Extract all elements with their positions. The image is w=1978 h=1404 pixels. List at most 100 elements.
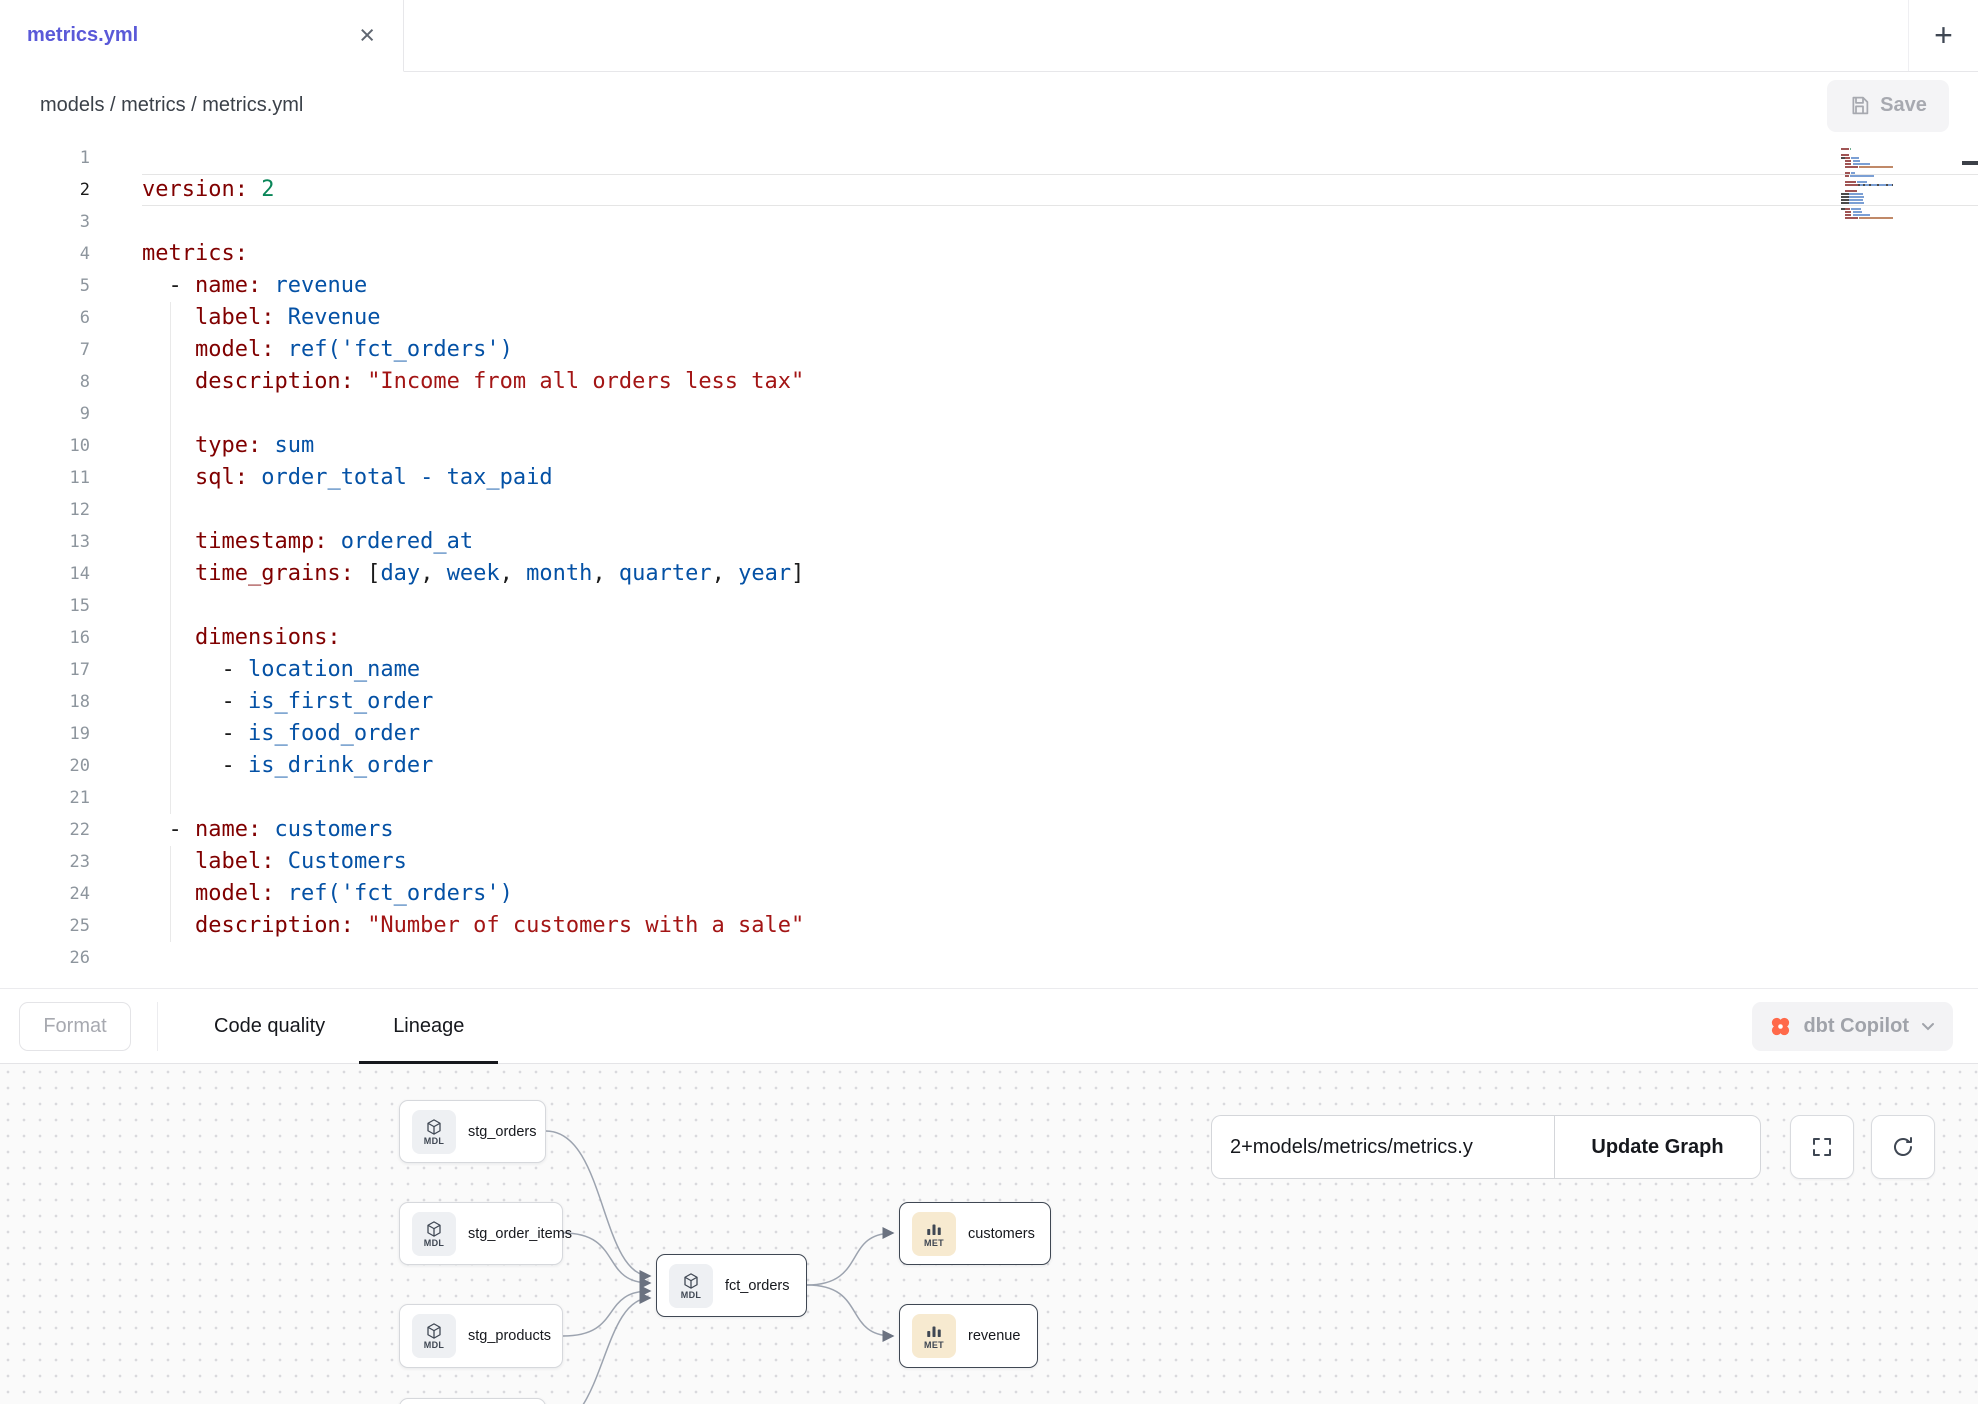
- code-line-16[interactable]: 16 dimensions:: [0, 622, 1978, 654]
- code-line-6[interactable]: 6 label: Revenue: [0, 302, 1978, 334]
- code-line-10[interactable]: 10 type: sum: [0, 430, 1978, 462]
- code-line-21[interactable]: 21: [0, 782, 1978, 814]
- node-fct_orders[interactable]: MDLfct_orders: [656, 1254, 807, 1317]
- node-label: stg_orders: [468, 1124, 537, 1140]
- code-text: [142, 590, 1978, 622]
- line-number: 22: [0, 814, 142, 846]
- editor-tab-bar: metrics.yml × +: [0, 0, 1978, 72]
- tab-code-quality[interactable]: Code quality: [180, 989, 359, 1063]
- line-number: 6: [0, 302, 142, 334]
- code-line-18[interactable]: 18 - is_first_order: [0, 686, 1978, 718]
- tab-metrics-yml[interactable]: metrics.yml ×: [0, 0, 404, 72]
- save-button[interactable]: Save: [1827, 80, 1949, 132]
- code-text: model: ref('fct_orders'): [142, 334, 1978, 366]
- code-text: - name: revenue: [142, 270, 1978, 302]
- code-text: [142, 206, 1978, 238]
- node-revenue[interactable]: METrevenue: [899, 1304, 1038, 1368]
- node-label: customers: [968, 1226, 1035, 1242]
- line-number: 14: [0, 558, 142, 590]
- line-number: 11: [0, 462, 142, 494]
- code-line-23[interactable]: 23 label: Customers: [0, 846, 1978, 878]
- line-number: 15: [0, 590, 142, 622]
- code-line-26[interactable]: 26: [0, 942, 1978, 974]
- save-label: Save: [1880, 94, 1927, 117]
- metric-icon: MET: [912, 1212, 956, 1256]
- code-text: timestamp: ordered_at: [142, 526, 1978, 558]
- code-line-5[interactable]: 5 - name: revenue: [0, 270, 1978, 302]
- code-line-3[interactable]: 3: [0, 206, 1978, 238]
- code-text: - is_drink_order: [142, 750, 1978, 782]
- line-number: 25: [0, 910, 142, 942]
- model-icon: MDL: [412, 1314, 456, 1358]
- code-line-11[interactable]: 11 sql: order_total - tax_paid: [0, 462, 1978, 494]
- code-line-14[interactable]: 14 time_grains: [day, week, month, quart…: [0, 558, 1978, 590]
- tab-lineage[interactable]: Lineage: [359, 989, 498, 1063]
- code-text: [142, 398, 1978, 430]
- line-number: 24: [0, 878, 142, 910]
- code-text: sql: order_total - tax_paid: [142, 462, 1978, 494]
- node-stg_orders[interactable]: MDLstg_orders: [399, 1100, 546, 1163]
- panel-tabs: Code quality Lineage: [180, 989, 498, 1063]
- toolbar-divider: [157, 1002, 158, 1051]
- line-number: 1: [0, 142, 142, 174]
- code-text: label: Revenue: [142, 302, 1978, 334]
- code-text: label: Customers: [142, 846, 1978, 878]
- code-line-2[interactable]: 2version: 2: [0, 174, 1978, 206]
- file-path-bar: models / metrics / metrics.yml Save: [0, 72, 1978, 139]
- code-text: model: ref('fct_orders'): [142, 878, 1978, 910]
- refresh-icon: [1891, 1135, 1915, 1159]
- dbt-copilot-button[interactable]: dbt Copilot: [1752, 1002, 1953, 1051]
- node-stg_products[interactable]: MDL stg_products: [399, 1304, 563, 1368]
- new-tab-button[interactable]: +: [1908, 0, 1978, 71]
- code-line-9[interactable]: 9: [0, 398, 1978, 430]
- line-number: 23: [0, 846, 142, 878]
- code-line-22[interactable]: 22 - name: customers: [0, 814, 1978, 846]
- code-line-8[interactable]: 8 description: "Income from all orders l…: [0, 366, 1978, 398]
- code-line-20[interactable]: 20 - is_drink_order: [0, 750, 1978, 782]
- line-number: 2: [0, 174, 142, 206]
- code-text: [142, 942, 1978, 974]
- chevron-down-icon: [1920, 1018, 1936, 1034]
- refresh-button[interactable]: [1871, 1115, 1935, 1179]
- line-number: 5: [0, 270, 142, 302]
- code-line-12[interactable]: 12: [0, 494, 1978, 526]
- code-line-17[interactable]: 17 - location_name: [0, 654, 1978, 686]
- line-number: 10: [0, 430, 142, 462]
- line-number: 13: [0, 526, 142, 558]
- update-graph-button[interactable]: Update Graph: [1554, 1115, 1761, 1179]
- format-button[interactable]: Format: [19, 1002, 131, 1051]
- line-number: 4: [0, 238, 142, 270]
- breadcrumb: models / metrics / metrics.yml: [40, 94, 303, 117]
- code-lines: 12version: 234metrics:5 - name: revenue6…: [0, 142, 1978, 974]
- code-line-7[interactable]: 7 model: ref('fct_orders'): [0, 334, 1978, 366]
- lineage-controls: Update Graph: [1211, 1115, 1935, 1179]
- code-line-13[interactable]: 13 timestamp: ordered_at: [0, 526, 1978, 558]
- node-customers[interactable]: MET customers: [899, 1202, 1051, 1265]
- code-line-24[interactable]: 24 model: ref('fct_orders'): [0, 878, 1978, 910]
- scrollbar-thumb[interactable]: [1962, 161, 1978, 165]
- copilot-label: dbt Copilot: [1803, 1015, 1909, 1038]
- lineage-selector-input[interactable]: [1211, 1115, 1554, 1179]
- code-text: [142, 142, 1978, 174]
- dbt-logo-icon: [1769, 1015, 1792, 1038]
- close-icon[interactable]: ×: [355, 22, 379, 49]
- node-stg_order_items[interactable]: MDLstg_order_items: [399, 1202, 563, 1265]
- lineage-panel[interactable]: MDLstg_ordersMDLstg_order_itemsMDLstg_pr…: [0, 1064, 1978, 1404]
- line-number: 18: [0, 686, 142, 718]
- minimap[interactable]: [1841, 145, 1895, 223]
- code-editor[interactable]: 12version: 234metrics:5 - name: revenue6…: [0, 139, 1978, 988]
- node-partial-node[interactable]: MDL: [399, 1398, 546, 1404]
- fullscreen-button[interactable]: [1790, 1115, 1854, 1179]
- editor-bottom-toolbar: Format Code quality Lineage dbt Copilot: [0, 988, 1978, 1064]
- code-line-15[interactable]: 15: [0, 590, 1978, 622]
- code-text: metrics:: [142, 238, 1978, 270]
- code-line-1[interactable]: 1: [0, 142, 1978, 174]
- fullscreen-icon: [1810, 1135, 1834, 1159]
- code-text: - name: customers: [142, 814, 1978, 846]
- code-line-19[interactable]: 19 - is_food_order: [0, 718, 1978, 750]
- code-text: time_grains: [day, week, month, quarter,…: [142, 558, 1978, 590]
- code-line-25[interactable]: 25 description: "Number of customers wit…: [0, 910, 1978, 942]
- node-label: stg_products: [468, 1328, 551, 1344]
- code-line-4[interactable]: 4metrics:: [0, 238, 1978, 270]
- line-number: 21: [0, 782, 142, 814]
